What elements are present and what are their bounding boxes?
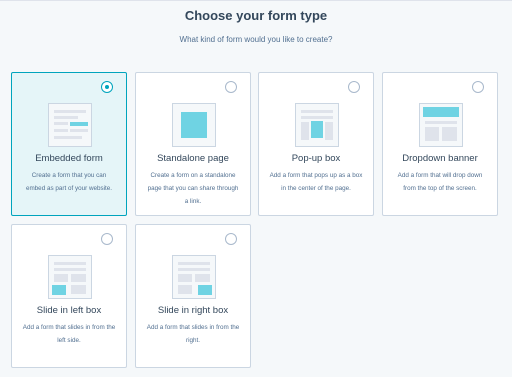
card-description: Add a form that slides in from the right… (146, 324, 240, 344)
form-type-card-slide-right[interactable]: Slide in right box Add a form that slide… (135, 224, 251, 368)
standalone-page-icon (172, 103, 216, 147)
top-divider (0, 0, 512, 1)
card-description: Add a form that slides in from the left … (22, 324, 116, 344)
card-description: Create a form that you can embed as part… (25, 172, 113, 192)
dropdown-banner-icon (419, 103, 463, 147)
card-title: Pop-up box (291, 153, 341, 164)
card-description: Add a form that pops up as a box in the … (269, 172, 363, 192)
card-title: Slide in right box (157, 305, 229, 316)
card-title: Slide in left box (36, 305, 102, 316)
form-type-card-embedded[interactable]: Embedded form Create a form that you can… (11, 72, 127, 216)
embedded-form-icon (48, 103, 92, 147)
slide-in-right-icon (172, 255, 216, 299)
radio-dropdown[interactable] (472, 81, 484, 93)
card-title: Dropdown banner (402, 153, 478, 164)
card-description: Create a form on a standalone page that … (147, 172, 239, 205)
radio-slide-left[interactable] (101, 233, 113, 245)
radio-embedded[interactable] (101, 81, 113, 93)
form-type-card-slide-left[interactable]: Slide in left box Add a form that slides… (11, 224, 127, 368)
page-title: Choose your form type (184, 8, 328, 23)
page-subtitle: What kind of form would you like to crea… (179, 35, 333, 44)
popup-box-icon (295, 103, 339, 147)
form-type-card-popup[interactable]: Pop-up box Add a form that pops up as a … (258, 72, 374, 216)
form-type-card-dropdown[interactable]: Dropdown banner Add a form that will dro… (382, 72, 498, 216)
card-description: Add a form that will drop down from the … (397, 172, 483, 192)
card-title: Standalone page (157, 153, 229, 164)
radio-popup[interactable] (348, 81, 360, 93)
form-type-card-standalone[interactable]: Standalone page Create a form on a stand… (135, 72, 251, 216)
card-title: Embedded form (35, 153, 103, 164)
slide-in-left-icon (48, 255, 92, 299)
radio-slide-right[interactable] (225, 233, 237, 245)
radio-standalone[interactable] (225, 81, 237, 93)
